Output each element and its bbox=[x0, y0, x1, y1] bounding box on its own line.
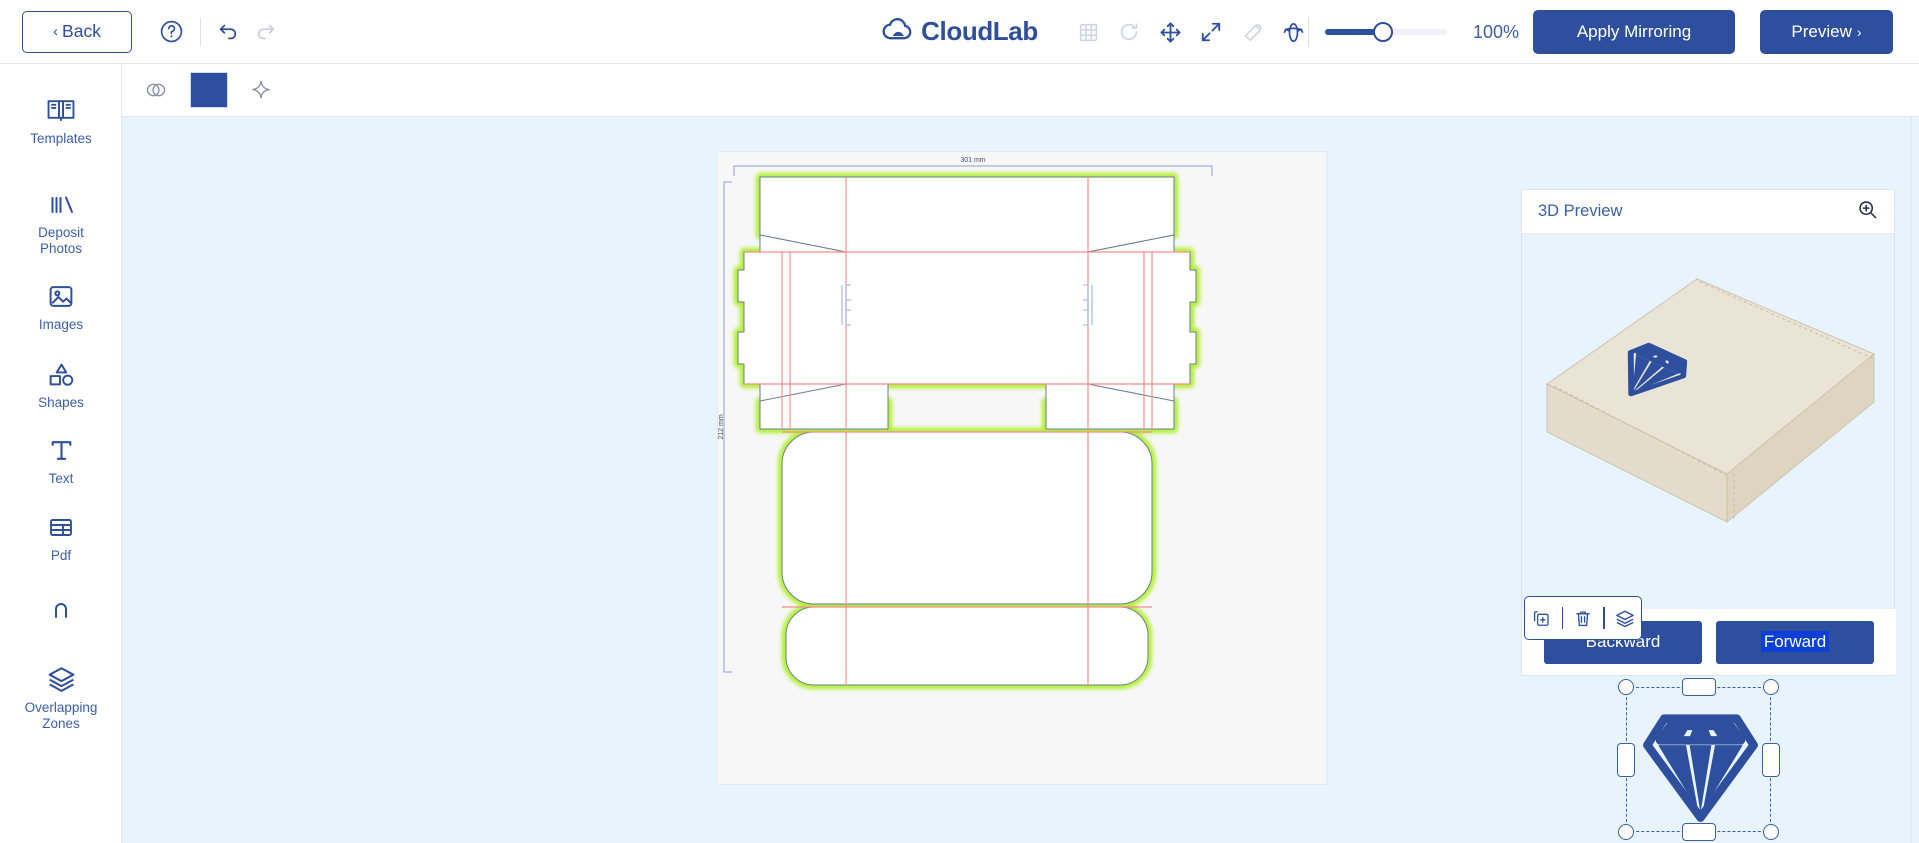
zoom-control: 100% bbox=[1292, 0, 1519, 64]
object-action-toolbar bbox=[1524, 596, 1642, 640]
preview-button-label: Preview bbox=[1791, 22, 1852, 41]
vertical-scrollbar[interactable] bbox=[1911, 117, 1919, 843]
back-chevron-icon: ‹ bbox=[53, 23, 59, 40]
reset-icon[interactable] bbox=[1113, 16, 1145, 48]
photo-library-icon bbox=[47, 184, 76, 218]
sidebar-item-label: Images bbox=[38, 317, 84, 332]
sidebar-item-label: Deposit bbox=[38, 225, 84, 240]
cloud-icon bbox=[881, 17, 912, 46]
forward-button[interactable]: Forward bbox=[1716, 620, 1874, 664]
toolbar-divider-2 bbox=[1603, 607, 1605, 629]
chevron-right-icon: › bbox=[1856, 24, 1862, 40]
resize-handle-bottom-right[interactable] bbox=[1763, 824, 1779, 840]
sidebar-item-label: Text bbox=[48, 471, 74, 486]
zoom-divider bbox=[1308, 18, 1309, 46]
sidebar-item-partial[interactable] bbox=[0, 584, 121, 618]
undo-icon[interactable] bbox=[217, 21, 239, 43]
zoom-in-icon[interactable] bbox=[1857, 199, 1878, 225]
toolbar-divider bbox=[1561, 607, 1563, 629]
magnet-icon[interactable] bbox=[1236, 16, 1268, 48]
open-book-icon bbox=[46, 90, 76, 124]
zoom-slider[interactable] bbox=[1325, 22, 1447, 42]
back-button[interactable]: ‹ Back bbox=[22, 10, 132, 53]
resize-handle-bottom-left[interactable] bbox=[1618, 824, 1634, 840]
back-button-label: Back bbox=[62, 21, 101, 41]
3d-preview-viewport[interactable] bbox=[1522, 234, 1894, 611]
fullscreen-icon[interactable] bbox=[1195, 16, 1227, 48]
sidebar-item-pdf[interactable]: Pdf bbox=[0, 507, 121, 564]
sidebar-item-label: Shapes bbox=[38, 395, 84, 410]
dimension-height-label: 212 mm bbox=[718, 414, 725, 439]
shapes-icon bbox=[47, 354, 76, 388]
history-controls bbox=[217, 21, 277, 43]
sidebar-item-label: Overlapping bbox=[24, 700, 98, 715]
sidebar-item-label: Pdf bbox=[50, 548, 72, 563]
sidebar-item-templates[interactable]: Templates bbox=[0, 90, 121, 147]
sidebar-item-label: Templates bbox=[30, 131, 92, 146]
partial-cut-icon bbox=[49, 584, 73, 618]
left-sidebar: Templates Deposit Photos Images Shapes T… bbox=[0, 64, 122, 843]
resize-handle-bottom[interactable] bbox=[1681, 823, 1716, 841]
forward-button-label: Forward bbox=[1760, 631, 1830, 652]
sidebar-item-overlapping-zones[interactable]: Overlapping Zones bbox=[0, 659, 121, 732]
selection-outline bbox=[1626, 687, 1771, 832]
dimension-width-label: 301 mm bbox=[960, 157, 985, 164]
selected-object-diamond[interactable] bbox=[1617, 678, 1780, 841]
preview-button[interactable]: Preview › bbox=[1760, 10, 1893, 54]
top-toolbar: ‹ Back CloudLab 100% Apply Mirroring Pre… bbox=[0, 0, 1919, 64]
resize-handle-top[interactable] bbox=[1681, 678, 1716, 696]
effects-sparkle-icon[interactable] bbox=[250, 79, 272, 101]
zoom-level-label: 100% bbox=[1473, 21, 1520, 42]
object-properties-toolbar bbox=[122, 64, 1919, 117]
dieline-sheet[interactable]: 301 mm 212 mm bbox=[717, 151, 1780, 841]
duplicate-icon[interactable] bbox=[1527, 603, 1557, 633]
resize-handle-top-right[interactable] bbox=[1763, 679, 1779, 695]
help-circle-icon[interactable] bbox=[158, 19, 184, 45]
sidebar-item-deposit-photos[interactable]: Deposit Photos bbox=[0, 184, 121, 257]
sidebar-item-text[interactable]: Text bbox=[0, 430, 121, 487]
table-grid-icon bbox=[47, 507, 75, 541]
resize-handle-left[interactable] bbox=[1617, 742, 1635, 777]
resize-handle-top-left[interactable] bbox=[1618, 679, 1634, 695]
app-logo: CloudLab bbox=[881, 16, 1038, 47]
zoom-slider-knob[interactable] bbox=[1373, 22, 1393, 42]
dieline-drawing: 301 mm 212 mm bbox=[718, 157, 1213, 688]
text-t-icon bbox=[48, 430, 75, 464]
image-icon bbox=[47, 276, 75, 310]
toolbar-divider bbox=[200, 17, 201, 46]
sidebar-item-shapes[interactable]: Shapes bbox=[0, 354, 121, 411]
3d-preview-title: 3D Preview bbox=[1538, 202, 1623, 220]
sidebar-item-images[interactable]: Images bbox=[0, 276, 121, 333]
3d-box-render bbox=[1546, 278, 1875, 524]
3d-preview-header: 3D Preview bbox=[1522, 190, 1894, 234]
canvas-tool-icons bbox=[1072, 0, 1309, 64]
app-title: CloudLab bbox=[921, 16, 1038, 46]
apply-mirroring-button[interactable]: Apply Mirroring bbox=[1533, 10, 1735, 54]
sidebar-item-label-2: Photos bbox=[39, 240, 83, 256]
apply-mirroring-label: Apply Mirroring bbox=[1576, 22, 1692, 41]
delete-icon[interactable] bbox=[1568, 603, 1598, 633]
move-icon[interactable] bbox=[1154, 16, 1186, 48]
opacity-blend-icon[interactable] bbox=[144, 79, 168, 101]
resize-handle-right[interactable] bbox=[1762, 742, 1780, 777]
layers-icon[interactable] bbox=[1610, 603, 1640, 633]
layers-icon bbox=[46, 659, 77, 693]
fill-color-swatch[interactable] bbox=[190, 72, 228, 108]
redo-icon[interactable] bbox=[255, 21, 277, 43]
grid-icon[interactable] bbox=[1072, 16, 1104, 48]
sidebar-item-label-2: Zones bbox=[42, 715, 80, 731]
